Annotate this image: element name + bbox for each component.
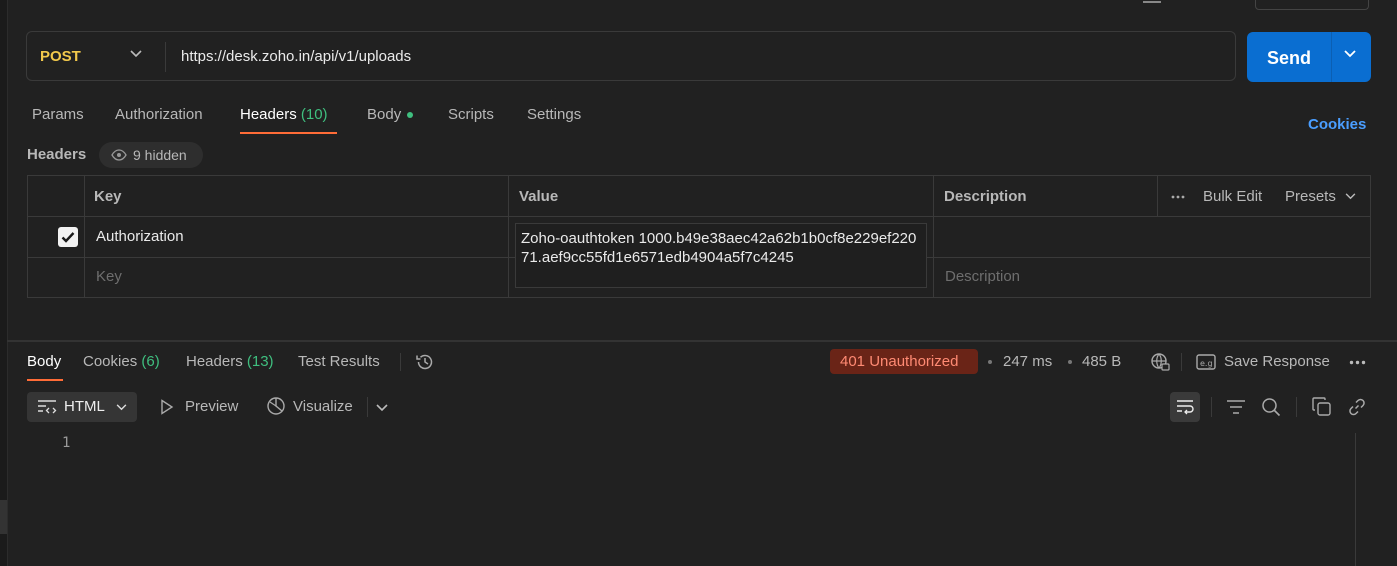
response-tab-headers-label: Headers [186, 353, 243, 370]
header-value-editor[interactable]: Zoho-oauthtoken 1000.b49e38aec42a62b1b0c… [515, 223, 927, 288]
save-response-button[interactable]: Save Response [1224, 353, 1330, 370]
word-wrap-toggle[interactable] [1170, 392, 1200, 422]
send-button[interactable]: Send [1247, 32, 1371, 82]
response-tab-test-results[interactable]: Test Results [298, 353, 380, 370]
header-enabled-checkbox[interactable] [58, 227, 78, 247]
headers-table: Key Value Description Bulk Edit Presets … [27, 175, 1371, 298]
active-tab-indicator [240, 132, 337, 134]
response-tab-headers-count: (13) [246, 353, 274, 370]
bulk-edit-button[interactable]: Bulk Edit [1203, 188, 1262, 205]
divider [28, 216, 1370, 217]
divider [165, 42, 166, 72]
more-options-icon[interactable] [1349, 360, 1366, 365]
status-text: 401 Unauthorized [840, 353, 959, 370]
separator-dot [988, 360, 992, 364]
line-number: 1 [62, 435, 71, 451]
response-tab-cookies-label: Cookies [83, 353, 138, 370]
divider [1181, 353, 1182, 371]
column-header-key: Key [94, 188, 122, 205]
divider [1211, 397, 1212, 417]
link-icon[interactable] [1347, 397, 1367, 417]
network-globe-icon[interactable] [1150, 352, 1170, 372]
more-options-icon[interactable] [1171, 195, 1185, 199]
headers-section-title: Headers [27, 146, 87, 163]
left-sidebar-edge [0, 0, 8, 566]
column-header-value: Value [519, 188, 559, 205]
divider [400, 353, 401, 371]
tab-headers-count: (10) [300, 106, 328, 123]
chevron-down-icon[interactable] [1345, 193, 1356, 200]
column-header-description: Description [944, 188, 1027, 205]
visualize-button[interactable]: Visualize [293, 398, 353, 415]
response-tab-headers[interactable]: Headers (13) [186, 353, 274, 370]
editor-scrollbar[interactable] [1355, 433, 1356, 566]
chevron-down-icon [116, 404, 127, 411]
tab-authorization[interactable]: Authorization [115, 106, 203, 123]
chevron-down-icon[interactable] [376, 404, 388, 412]
new-description-input[interactable]: Description [945, 268, 1020, 285]
header-value-text[interactable]: Zoho-oauthtoken 1000.b49e38aec42a62b1b0c… [521, 229, 921, 267]
response-size[interactable]: 485 B [1082, 353, 1121, 370]
tab-body-label: Body [367, 106, 402, 123]
cookies-link[interactable]: Cookies [1308, 116, 1366, 133]
active-tab-indicator [27, 379, 63, 381]
tab-headers-label: Headers [240, 106, 297, 123]
body-modified-dot-icon [407, 112, 414, 119]
new-key-input[interactable]: Key [96, 268, 122, 285]
wrap-icon [1176, 399, 1194, 415]
hidden-headers-toggle[interactable]: 9 hidden [99, 142, 203, 168]
filter-icon[interactable] [1226, 398, 1246, 416]
top-clipped-icon [1143, 0, 1161, 3]
visualize-icon[interactable] [266, 396, 286, 416]
eye-icon [111, 149, 127, 161]
separator-dot [1068, 360, 1072, 364]
divider [1331, 32, 1332, 82]
save-response-icon[interactable]: e.g [1196, 353, 1216, 371]
tab-body[interactable]: Body [367, 106, 414, 123]
divider [84, 176, 85, 297]
history-icon[interactable] [415, 352, 435, 372]
hidden-headers-label: 9 hidden [133, 147, 187, 163]
tab-params[interactable]: Params [32, 106, 84, 123]
url-input[interactable]: https://desk.zoho.in/api/v1/uploads [181, 48, 411, 65]
chevron-down-icon[interactable] [130, 50, 142, 58]
preview-button[interactable]: Preview [185, 398, 238, 415]
code-format-icon [37, 399, 57, 415]
copy-icon[interactable] [1312, 397, 1331, 416]
response-time[interactable]: 247 ms [1003, 353, 1052, 370]
top-clipped-dropdown[interactable] [1255, 0, 1369, 10]
divider [508, 176, 509, 297]
search-icon[interactable] [1261, 397, 1281, 417]
response-tab-cookies-count: (6) [141, 353, 160, 370]
chevron-down-icon[interactable] [1344, 50, 1356, 58]
request-url-bar: POST https://desk.zoho.in/api/v1/uploads [26, 31, 1236, 81]
sidebar-scrollbar-thumb[interactable] [0, 500, 7, 534]
divider [1296, 397, 1297, 417]
tab-scripts[interactable]: Scripts [448, 106, 494, 123]
response-tab-cookies[interactable]: Cookies (6) [83, 353, 160, 370]
checkmark-icon [61, 232, 75, 243]
divider [367, 397, 368, 417]
presets-dropdown[interactable]: Presets [1285, 188, 1336, 205]
tab-headers[interactable]: Headers (10) [240, 106, 328, 123]
format-label: HTML [64, 398, 105, 415]
pane-resize-handle[interactable] [7, 340, 1397, 342]
tab-settings[interactable]: Settings [527, 106, 581, 123]
response-tab-body[interactable]: Body [27, 353, 61, 370]
divider [1157, 176, 1158, 216]
svg-text:e.g: e.g [1200, 359, 1213, 368]
divider [933, 176, 934, 297]
method-select[interactable]: POST [40, 48, 81, 65]
send-label[interactable]: Send [1267, 48, 1311, 69]
header-key-cell[interactable]: Authorization [96, 228, 184, 245]
format-select[interactable]: HTML [27, 392, 137, 422]
play-icon[interactable] [160, 399, 174, 415]
status-badge[interactable]: 401 Unauthorized [830, 349, 978, 374]
